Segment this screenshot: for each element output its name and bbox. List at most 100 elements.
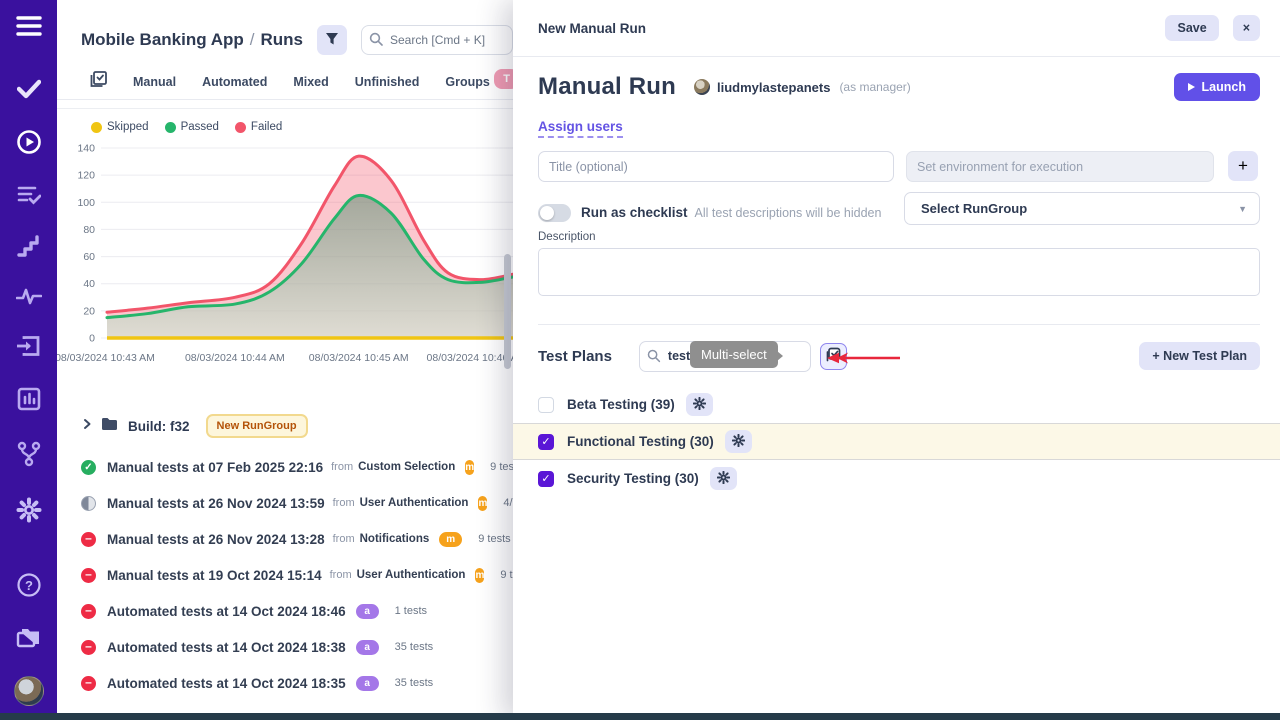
tab-mixed[interactable]: Mixed [293, 75, 328, 89]
legend-passed[interactable]: Passed [165, 121, 219, 133]
owner-role: (as manager) [839, 80, 910, 94]
run-from-label: from [331, 461, 353, 473]
test-plan-label[interactable]: Security Testing (30) [567, 471, 699, 486]
run-title[interactable]: Automated tests at 14 Oct 2024 18:38 [107, 640, 346, 655]
test-plan-checkbox[interactable] [538, 471, 554, 487]
run-test-count: 9 tests [490, 461, 513, 473]
run-source[interactable]: Custom Selection [358, 461, 455, 473]
add-environment-button[interactable]: + [1228, 151, 1258, 181]
test-plan-label[interactable]: Beta Testing (39) [567, 397, 675, 412]
run-row[interactable]: Automated tests at 14 Oct 2024 18:35 a 3… [81, 665, 513, 701]
modal-close-button[interactable]: × [1233, 15, 1260, 41]
svg-text:40: 40 [83, 278, 95, 290]
svg-text:08/03/2024 10:43 AM: 08/03/2024 10:43 AM [57, 352, 155, 364]
all-runs-tab-icon[interactable] [90, 71, 107, 93]
milestones-steps-icon[interactable] [17, 235, 41, 262]
owner-name: liudmylastepanets [717, 80, 830, 95]
rungroup-row[interactable]: Build: f32 New RunGroup [81, 411, 513, 441]
tab-unfinished[interactable]: Unfinished [355, 75, 420, 89]
test-plan-row[interactable]: Security Testing (30) [513, 460, 1280, 497]
test-plan-label[interactable]: Functional Testing (30) [567, 434, 714, 449]
plans-list-icon[interactable] [17, 185, 41, 210]
new-test-plan-button[interactable]: + New Test Plan [1139, 342, 1260, 370]
filter-button[interactable] [317, 25, 347, 55]
run-row[interactable]: Manual tests at 26 Nov 2024 13:28 from N… [81, 521, 513, 557]
import-icon[interactable] [16, 335, 41, 362]
tests-check-icon[interactable] [17, 79, 41, 104]
test-plan-settings-button[interactable] [710, 467, 737, 490]
svg-text:20: 20 [83, 305, 95, 317]
run-title[interactable]: Automated tests at 14 Oct 2024 18:35 [107, 676, 346, 691]
run-type-badge: m [465, 460, 474, 475]
run-row[interactable]: Manual tests at 07 Feb 2025 22:16 from C… [81, 449, 513, 485]
launch-button[interactable]: Launch [1174, 73, 1260, 101]
user-avatar[interactable] [14, 676, 44, 706]
run-status-icon [81, 640, 96, 655]
breadcrumb-page: Runs [261, 30, 304, 49]
app-sidebar: ? [0, 0, 57, 720]
run-source[interactable]: User Authentication [360, 497, 469, 509]
run-title[interactable]: Manual tests at 26 Nov 2024 13:59 [107, 496, 325, 511]
test-plan-settings-button[interactable] [725, 430, 752, 453]
bottom-edge-strip [0, 713, 1280, 720]
owner-chip[interactable]: liudmylastepanets (as manager) [694, 79, 911, 95]
projects-icon[interactable] [16, 625, 42, 654]
new-rungroup-badge: New RunGroup [206, 414, 308, 438]
runs-play-icon[interactable] [16, 129, 42, 160]
tab-manual[interactable]: Manual [133, 75, 176, 89]
run-source[interactable]: Notifications [360, 533, 430, 545]
legend-skipped[interactable]: Skipped [91, 121, 149, 133]
branch-icon[interactable] [17, 441, 41, 472]
trash-tab-badge[interactable]: T [494, 69, 513, 89]
run-row[interactable]: Automated tests at 14 Oct 2024 18:46 a 1… [81, 593, 513, 629]
runs-tabs: Manual Automated Mixed Unfinished Groups T [57, 64, 513, 100]
run-title[interactable]: Automated tests at 14 Oct 2024 18:46 [107, 604, 346, 619]
run-title[interactable]: Manual tests at 26 Nov 2024 13:28 [107, 532, 325, 547]
svg-text:100: 100 [77, 197, 95, 209]
description-textarea[interactable] [538, 248, 1260, 296]
rungroup-select[interactable]: Select RunGroup ▼ [904, 192, 1260, 225]
run-title-input[interactable] [538, 151, 894, 182]
run-source[interactable]: User Authentication [357, 569, 466, 581]
run-status-icon [81, 604, 96, 619]
run-from-label: from [330, 569, 352, 581]
run-row[interactable]: Automated tests at 14 Oct 2024 18:38 a 3… [81, 629, 513, 665]
owner-avatar [694, 79, 710, 95]
legend-dot [91, 122, 102, 133]
settings-gear-icon[interactable] [16, 497, 42, 528]
run-status-icon [81, 532, 96, 547]
assign-users-link[interactable]: Assign users [538, 119, 623, 138]
menu-icon[interactable] [15, 14, 43, 43]
run-test-count: 1 tests [395, 605, 427, 617]
run-status-icon [81, 676, 96, 691]
run-type-badge: m [475, 568, 484, 583]
legend-dot [235, 122, 246, 133]
test-plan-checkbox[interactable] [538, 397, 554, 413]
test-plan-settings-button[interactable] [686, 393, 713, 416]
tab-groups[interactable]: Groups [445, 75, 489, 89]
breadcrumb-project[interactable]: Mobile Banking App [81, 30, 244, 49]
panel-scrollbar[interactable] [504, 254, 511, 369]
test-plan-row[interactable]: Functional Testing (30) [513, 423, 1280, 460]
help-icon[interactable]: ? [16, 572, 42, 603]
run-row[interactable]: Manual tests at 19 Oct 2024 15:14 from U… [81, 557, 513, 593]
environment-input[interactable] [906, 151, 1214, 182]
legend-failed[interactable]: Failed [235, 121, 282, 133]
run-title[interactable]: Manual tests at 19 Oct 2024 15:14 [107, 568, 322, 583]
run-test-count: 35 tests [395, 677, 434, 689]
test-plan-checkbox[interactable] [538, 434, 554, 450]
page-title: Manual Run [538, 73, 676, 101]
run-type-badge: a [356, 604, 379, 619]
analytics-icon[interactable] [17, 387, 41, 416]
gear-icon [693, 397, 706, 413]
run-as-checklist-toggle[interactable] [538, 204, 571, 222]
run-title[interactable]: Manual tests at 07 Feb 2025 22:16 [107, 460, 323, 475]
tab-automated[interactable]: Automated [202, 75, 267, 89]
run-row[interactable]: Manual tests at 26 Nov 2024 13:59 from U… [81, 485, 513, 521]
save-button[interactable]: Save [1165, 15, 1218, 41]
legend-dot [165, 122, 176, 133]
chevron-right-icon[interactable] [81, 417, 93, 435]
activity-pulse-icon[interactable] [16, 287, 42, 310]
test-plans-list: Beta Testing (39) Functional Testing (30… [513, 386, 1280, 497]
test-plan-row[interactable]: Beta Testing (39) [513, 386, 1280, 423]
